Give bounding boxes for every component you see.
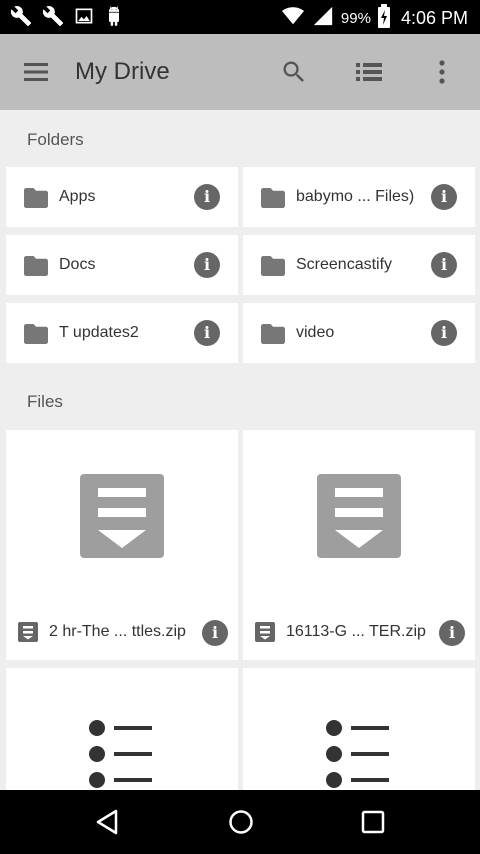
clock: 4:06 PM [400,7,468,28]
more-vert-icon[interactable] [436,58,448,91]
battery-charging-icon [377,4,391,32]
folder-name: T updates2 [59,324,139,341]
wrench-icon [42,5,64,32]
folders-section-label: Folders [27,130,84,149]
info-icon[interactable]: i [202,620,228,646]
list-document-preview-icon [88,718,158,790]
folder-name: video [296,324,335,341]
menu-icon[interactable] [22,60,50,89]
battery-percent: 99% [340,9,371,27]
file-name: 16113-G ... TER.zip [286,623,426,640]
file-card[interactable] [6,668,238,790]
search-icon[interactable] [280,58,308,91]
zip-file-icon [255,622,275,647]
info-icon[interactable]: i [431,184,457,210]
wrench-icon [10,5,32,32]
status-bar: 99% 4:06 PM [0,0,480,34]
recents-icon[interactable] [360,808,386,841]
folder-icon [24,324,48,349]
page-title: My Drive [75,58,170,85]
file-card[interactable] [243,668,475,790]
files-section-label: Files [27,392,63,411]
folder-icon [24,256,48,281]
folder-icon [261,256,285,281]
info-icon[interactable]: i [194,320,220,346]
zip-file-icon [18,622,38,647]
folder-name: Docs [59,256,96,273]
folder-icon [24,188,48,213]
info-icon[interactable]: i [431,252,457,278]
image-icon [74,6,94,31]
file-card[interactable]: 2 hr-The ... ttles.zip i [6,430,238,660]
info-icon[interactable]: i [439,620,465,646]
app-bar: My Drive [0,34,480,110]
file-card[interactable]: 16113-G ... TER.zip i [243,430,475,660]
folder-item[interactable]: video i [243,303,475,363]
folder-item[interactable]: T updates2 i [6,303,238,363]
folder-item[interactable]: Screencastify i [243,235,475,295]
info-icon[interactable]: i [194,184,220,210]
folder-item[interactable]: Docs i [6,235,238,295]
folder-name: Screencastify [296,256,393,273]
wifi-icon [281,5,305,31]
folder-icon [261,324,285,349]
android-icon [104,5,124,32]
home-icon[interactable] [227,808,255,841]
folder-name: babymo ... Files) [296,188,415,205]
folder-name: Apps [59,188,96,205]
signal-icon [311,5,335,31]
navigation-bar [0,790,480,854]
folder-icon [261,188,285,213]
list-document-preview-icon [325,718,395,790]
zip-file-preview-icon [317,474,401,558]
info-icon[interactable]: i [431,320,457,346]
zip-file-preview-icon [80,474,164,558]
folder-item[interactable]: babymo ... Files) i [243,167,475,227]
info-icon[interactable]: i [194,252,220,278]
list-view-icon[interactable] [355,60,383,89]
back-icon[interactable] [94,808,120,841]
folder-item[interactable]: Apps i [6,167,238,227]
file-name: 2 hr-The ... ttles.zip [49,623,186,640]
